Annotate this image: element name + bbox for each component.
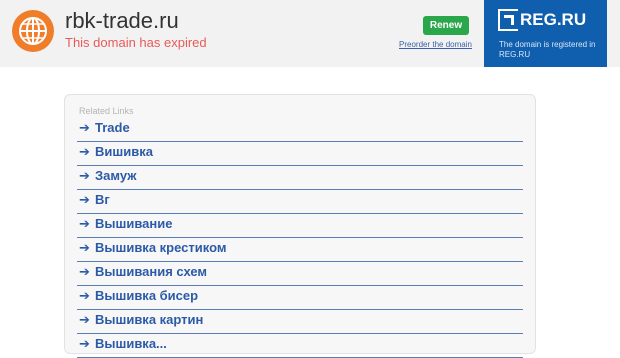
- related-link-label: Вышивка картин: [95, 312, 204, 327]
- arrow-right-icon: ➔: [79, 336, 90, 351]
- related-link[interactable]: ➔ Вышивка крестиком: [77, 238, 523, 262]
- related-link[interactable]: ➔ Вышивка бисер: [77, 286, 523, 310]
- arrow-right-icon: ➔: [79, 216, 90, 231]
- expired-status: This domain has expired: [65, 35, 207, 50]
- arrow-right-icon: ➔: [79, 312, 90, 327]
- related-link[interactable]: ➔ Замуж: [77, 166, 523, 190]
- registrar-logo-text: REG.RU: [518, 9, 589, 31]
- arrow-right-icon: ➔: [79, 192, 90, 207]
- renew-button[interactable]: Renew: [423, 16, 469, 35]
- related-link[interactable]: ➔ Вышивание: [77, 214, 523, 238]
- related-link-label: Вышивка бисер: [95, 288, 199, 303]
- registrar-note: The domain is registered in REG.RU: [499, 40, 596, 59]
- arrow-right-icon: ➔: [79, 288, 90, 303]
- header-bar: rbk-trade.ru This domain has expired Ren…: [0, 0, 620, 67]
- registrar-panel[interactable]: REG.RU The domain is registered in REG.R…: [484, 0, 607, 67]
- arrow-right-icon: ➔: [79, 144, 90, 159]
- related-link-label: Вышивка крестиком: [95, 240, 227, 255]
- related-link-label: Вишивка: [95, 144, 153, 159]
- related-links-title: Related Links: [79, 106, 134, 116]
- preorder-link[interactable]: Preorder the domain: [399, 40, 472, 49]
- arrow-right-icon: ➔: [79, 168, 90, 183]
- related-link[interactable]: ➔ Вышивка...: [77, 334, 523, 358]
- arrow-right-icon: ➔: [79, 264, 90, 279]
- globe-icon: [12, 10, 54, 52]
- related-link-label: Вышивания схем: [95, 264, 208, 279]
- related-link-label: Замуж: [95, 168, 137, 183]
- reg-box-icon: [498, 9, 520, 31]
- related-link[interactable]: ➔ Вышивка картин: [77, 310, 523, 334]
- related-link[interactable]: ➔ Вышивания схем: [77, 262, 523, 286]
- related-link-label: Вг: [95, 192, 110, 207]
- arrow-right-icon: ➔: [79, 120, 90, 135]
- arrow-right-icon: ➔: [79, 240, 90, 255]
- related-link-label: Trade: [95, 120, 130, 135]
- related-link[interactable]: ➔ Вг: [77, 190, 523, 214]
- domain-name: rbk-trade.ru: [65, 8, 179, 33]
- related-link[interactable]: ➔ Trade: [77, 118, 523, 142]
- related-link[interactable]: ➔ Вишивка: [77, 142, 523, 166]
- related-link-label: Вышивание: [95, 216, 173, 231]
- related-link-label: Вышивка...: [95, 336, 167, 351]
